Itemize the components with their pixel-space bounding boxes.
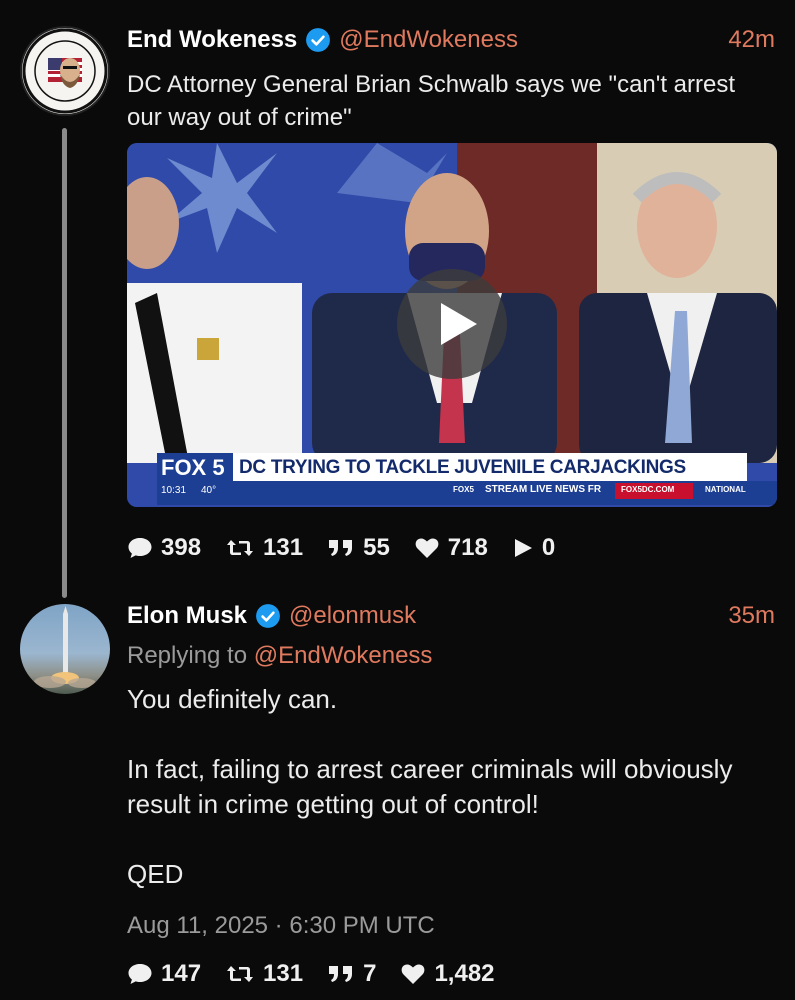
- tweet-date[interactable]: Aug 11, 2025 · 6:30 PM UTC: [127, 912, 435, 940]
- tweet-time[interactable]: 42m: [728, 26, 775, 54]
- quote-icon: [329, 966, 353, 982]
- author-name[interactable]: Elon Musk: [127, 602, 247, 630]
- retweet-count[interactable]: 131: [225, 960, 303, 988]
- play-icon: [441, 303, 477, 345]
- tweet-end-wokeness[interactable]: End Wokeness @EndWokeness 42m DC Attorne…: [0, 0, 795, 598]
- rocket-photo-icon: [34, 606, 96, 688]
- video-tag: NATIONAL: [705, 485, 746, 494]
- tweet-paragraph: You definitely can.: [127, 684, 338, 714]
- quote-count[interactable]: 7: [327, 960, 376, 988]
- tweet-header: End Wokeness @EndWokeness 42m: [127, 26, 775, 54]
- tweet-stats: 147 131 7 1,482: [127, 960, 519, 988]
- thread-line: [62, 128, 67, 598]
- video-player[interactable]: FOX 5 DC TRYING TO TACKLE JUVENILE CARJA…: [127, 143, 777, 507]
- tweet-text: You definitely can. In fact, failing to …: [127, 682, 795, 892]
- tweet-elon-musk[interactable]: Elon Musk @elonmusk 35m Replying to @End…: [0, 590, 795, 1000]
- tweet-paragraph: QED: [127, 859, 184, 889]
- replying-label: Replying to: [127, 642, 248, 669]
- tweet-time[interactable]: 35m: [728, 602, 775, 630]
- quote-icon: [329, 540, 353, 556]
- channel-logo: FOX 5: [161, 455, 225, 480]
- verified-badge-icon: [256, 604, 280, 628]
- author-handle[interactable]: @EndWokeness: [339, 26, 518, 54]
- avatar[interactable]: [20, 26, 110, 116]
- ticker-logo: FOX5: [453, 485, 474, 494]
- tweet-text: DC Attorney General Brian Schwalb says w…: [127, 71, 736, 131]
- video-clock: 10:31: [161, 485, 187, 496]
- retweet-icon: [227, 966, 254, 982]
- video-headline: DC TRYING TO TACKLE JUVENILE CARJACKINGS: [239, 457, 686, 478]
- video-site: FOX5DC.COM: [621, 485, 675, 494]
- play-count-icon: [514, 539, 532, 557]
- avatar-logo-icon: [22, 28, 108, 114]
- comment-icon: [128, 964, 152, 984]
- video-temperature: 40°: [201, 485, 217, 496]
- play-button[interactable]: [397, 269, 507, 379]
- author-name[interactable]: End Wokeness: [127, 26, 297, 54]
- like-count[interactable]: 1,482: [400, 960, 495, 988]
- verified-badge-icon: [306, 28, 331, 52]
- tweet-paragraph: In fact, failing to arrest career crimin…: [127, 754, 733, 819]
- retweet-count[interactable]: 131: [225, 534, 303, 562]
- video-ticker: STREAM LIVE NEWS FR: [485, 484, 602, 495]
- comment-icon: [128, 538, 152, 558]
- replying-to: Replying to @EndWokeness: [127, 642, 432, 670]
- author-handle[interactable]: @elonmusk: [289, 602, 416, 630]
- heart-icon: [415, 538, 439, 558]
- like-count[interactable]: 718: [414, 534, 488, 562]
- tweet-header: Elon Musk @elonmusk 35m: [127, 602, 775, 630]
- tweet-stats: 398 131 55 718 0: [127, 534, 579, 562]
- heart-icon: [402, 964, 425, 984]
- avatar[interactable]: [20, 604, 110, 694]
- reply-count[interactable]: 147: [127, 960, 201, 988]
- reply-count[interactable]: 398: [127, 534, 201, 562]
- view-count[interactable]: 0: [512, 534, 555, 562]
- quote-count[interactable]: 55: [327, 534, 390, 562]
- retweet-icon: [227, 540, 254, 556]
- replying-mention[interactable]: @EndWokeness: [254, 642, 433, 669]
